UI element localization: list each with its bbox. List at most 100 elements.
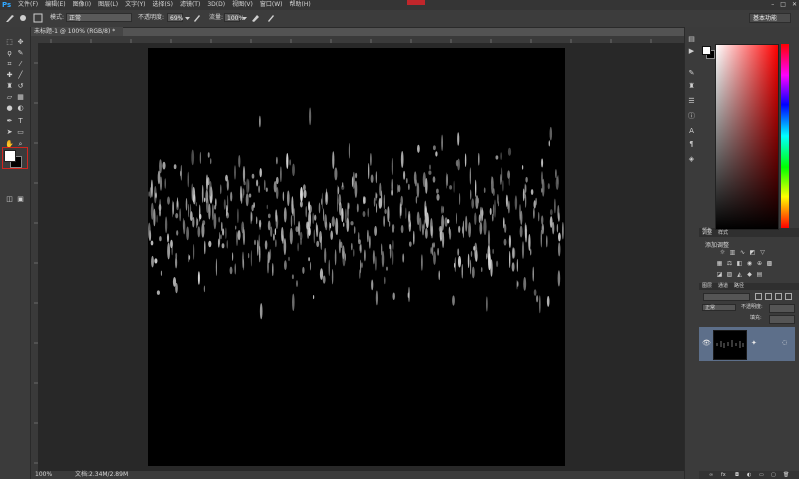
layer-lock-icon[interactable]: ◌ [782, 339, 787, 346]
rectangle-tool-icon[interactable]: ▭ [16, 128, 25, 137]
filter-shape-icon[interactable] [785, 293, 792, 300]
opacity-dropdown-icon[interactable] [185, 13, 190, 23]
dodge-tool-icon[interactable]: ◐ [16, 104, 25, 113]
blur-tool-icon[interactable]: ● [5, 104, 14, 113]
posterize-icon[interactable]: ▨ [726, 272, 733, 278]
vibrance-icon[interactable]: ▽ [759, 250, 766, 256]
curves-icon[interactable]: ∿ [739, 250, 746, 256]
marquee-tool-icon[interactable]: ⬚ [5, 38, 14, 47]
clone-stamp-tool-icon[interactable]: ♜ [5, 82, 14, 91]
brightness-contrast-icon[interactable]: ☼ [719, 250, 726, 256]
new-adjustment-icon[interactable]: ◐ [747, 472, 751, 478]
tab-paths[interactable]: 路径 [734, 283, 744, 290]
properties-panel-icon[interactable]: ☰ [687, 97, 696, 106]
document-tab[interactable]: 未标题-1 @ 100% (RGB/8) * [31, 27, 123, 36]
flow-input[interactable]: 100% [224, 13, 244, 22]
gradient-tool-icon[interactable]: ▦ [16, 93, 25, 102]
selective-color-icon[interactable]: ◆ [746, 272, 753, 278]
brush-preset-picker[interactable] [18, 13, 28, 23]
threshold-icon[interactable]: ◭ [736, 272, 743, 278]
tab-adjustments[interactable]: 调整 [702, 230, 712, 237]
menu-type[interactable]: 文字(Y) [125, 0, 145, 10]
screen-mode-icon[interactable]: ▣ [16, 195, 25, 204]
layer-effects-icon[interactable]: ✦ [751, 339, 757, 347]
new-group-icon[interactable]: ▭ [759, 472, 764, 478]
photo-filter-icon[interactable]: ◉ [746, 261, 753, 267]
delete-layer-icon[interactable]: 🗑 [783, 472, 789, 478]
eraser-tool-icon[interactable]: ▱ [5, 93, 14, 102]
gradient-map-icon[interactable]: ▤ [756, 272, 763, 278]
move-tool-icon[interactable]: ✥ [16, 38, 25, 47]
invert-icon[interactable]: ◪ [716, 272, 723, 278]
menu-image[interactable]: 图像(I) [73, 0, 91, 10]
add-mask-icon[interactable]: ◘ [735, 472, 739, 478]
pressure-size-icon[interactable] [266, 13, 276, 23]
menu-select[interactable]: 选择(S) [152, 0, 173, 10]
layer-opacity-input[interactable] [769, 304, 795, 313]
mode-select[interactable]: 正常 [66, 13, 132, 22]
menu-window[interactable]: 窗口(W) [260, 0, 283, 10]
crop-tool-icon[interactable]: ⌗ [5, 60, 14, 69]
character-panel-icon[interactable]: A [687, 127, 696, 136]
document-canvas[interactable] [147, 48, 565, 466]
layer-filter-select[interactable] [703, 293, 750, 301]
actions-panel-icon[interactable]: ▶ [687, 47, 696, 56]
quick-select-tool-icon[interactable]: ✎ [16, 49, 25, 58]
3d-panel-icon[interactable]: ◈ [687, 155, 696, 164]
lasso-tool-icon[interactable]: ϙ [5, 49, 14, 58]
tab-channels[interactable]: 通道 [718, 283, 728, 290]
levels-icon[interactable]: ▥ [729, 250, 736, 256]
black-white-icon[interactable]: ◧ [736, 261, 743, 267]
filter-pixel-icon[interactable] [755, 293, 762, 300]
menu-help[interactable]: 帮助(H) [290, 0, 311, 10]
new-layer-icon[interactable]: ▢ [771, 472, 776, 478]
close-button[interactable]: ✕ [792, 0, 797, 10]
history-brush-tool-icon[interactable]: ↺ [16, 82, 25, 91]
clone-source-panel-icon[interactable]: ♜ [687, 82, 696, 91]
menu-3d[interactable]: 3D(D) [207, 0, 225, 10]
pen-tool-icon[interactable]: ✒ [5, 117, 14, 126]
menu-filter[interactable]: 滤镜(T) [180, 0, 200, 10]
exposure-icon[interactable]: ◩ [749, 250, 756, 256]
panel-foreground-swatch[interactable] [702, 46, 711, 55]
color-lookup-icon[interactable]: ▩ [766, 261, 773, 267]
brush-tool-icon[interactable] [4, 13, 16, 23]
brush-tool-icon[interactable]: ╱ [16, 71, 25, 80]
info-panel-icon[interactable]: ⓘ [687, 112, 696, 121]
hue-saturation-icon[interactable]: ▦ [716, 261, 723, 267]
filter-type-icon[interactable] [775, 293, 782, 300]
healing-brush-tool-icon[interactable]: ✚ [5, 71, 14, 80]
brush-presets-panel-icon[interactable]: ✎ [687, 69, 696, 78]
menu-edit[interactable]: 编辑(E) [45, 0, 65, 10]
zoom-level[interactable]: 100% [35, 471, 52, 479]
eyedropper-tool-icon[interactable]: ⁄ [16, 60, 25, 69]
menu-layer[interactable]: 图层(L) [98, 0, 118, 10]
pressure-opacity-icon[interactable] [192, 13, 202, 23]
foreground-color-swatch[interactable] [4, 150, 16, 162]
path-select-tool-icon[interactable]: ➤ [5, 128, 14, 137]
link-layers-icon[interactable]: ∞ [709, 472, 713, 478]
brush-panel-icon[interactable] [33, 13, 43, 23]
filter-adjustment-icon[interactable] [765, 293, 772, 300]
document-info[interactable]: 文档:2.34M/2.89M [75, 471, 128, 479]
visibility-eye-icon[interactable]: 👁 [702, 339, 711, 347]
add-style-icon[interactable]: fx [721, 472, 726, 478]
paragraph-panel-icon[interactable]: ¶ [687, 140, 696, 149]
tab-layers[interactable]: 图层 [702, 283, 712, 290]
quick-mask-icon[interactable]: ◫ [5, 195, 14, 204]
history-panel-icon[interactable]: ▤ [687, 35, 696, 44]
workspace-switcher[interactable]: 基本功能 [749, 13, 791, 23]
airbrush-icon[interactable] [250, 13, 260, 23]
layer-row[interactable]: 👁 ✦ ◌ [699, 327, 795, 361]
maximize-button[interactable]: □ [780, 0, 786, 10]
tab-styles[interactable]: 样式 [718, 230, 728, 237]
opacity-input[interactable]: 69% [167, 13, 183, 22]
menu-file[interactable]: 文件(F) [18, 0, 38, 10]
color-picker-field[interactable] [715, 44, 779, 230]
blend-mode-select[interactable]: 正常 [702, 304, 736, 311]
color-balance-icon[interactable]: ⚖ [726, 261, 733, 267]
minimize-button[interactable]: – [771, 0, 774, 10]
menu-view[interactable]: 视图(V) [232, 0, 253, 10]
type-tool-icon[interactable]: T [16, 117, 25, 126]
channel-mixer-icon[interactable]: ⊕ [756, 261, 763, 267]
